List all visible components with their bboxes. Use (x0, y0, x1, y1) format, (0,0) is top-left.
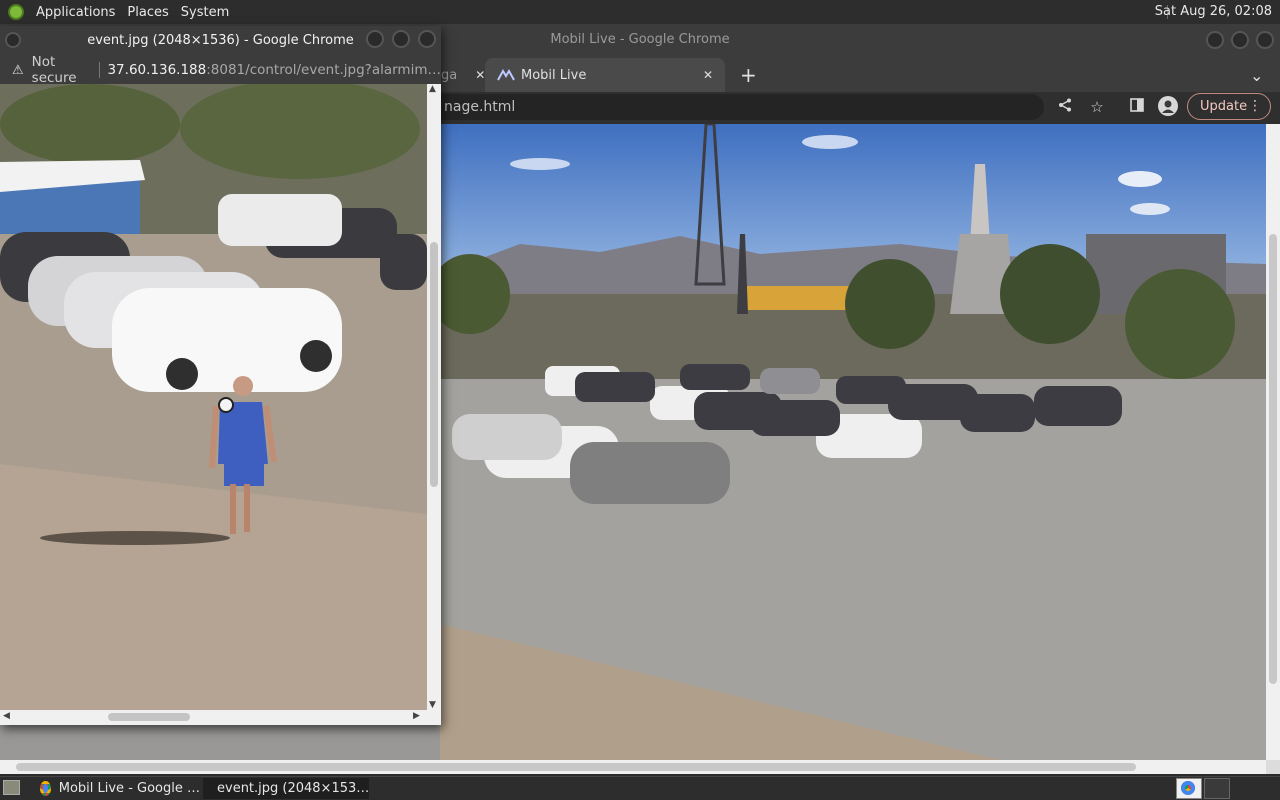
panel-clock[interactable]: Sat Aug 26, 02:08 (1155, 0, 1272, 24)
update-button-label: Update (1200, 99, 1248, 114)
bookmark-star-icon[interactable]: ☆ (1086, 96, 1108, 118)
popup-vertical-scrollbar[interactable]: ▲ ▼ (427, 84, 441, 710)
tab-mobil-live-label: Mobil Live (521, 67, 587, 83)
taskbar-item-event-jpg[interactable]: event.jpg (2048×153… (203, 778, 369, 799)
tab-partial[interactable]: ga ✕ (441, 58, 485, 92)
minimize-button[interactable] (1206, 31, 1224, 49)
side-panel-icon[interactable] (1126, 96, 1148, 118)
warning-icon[interactable]: ⚠ (12, 63, 24, 78)
update-button[interactable]: Update ⋮ (1187, 93, 1271, 120)
chrome-icon (40, 781, 51, 796)
taskbar-item-label: event.jpg (2048×153… (217, 781, 370, 796)
close-window-button[interactable] (1256, 31, 1274, 49)
system-menu[interactable]: System (175, 0, 235, 24)
workspace-switcher-2[interactable] (1204, 778, 1230, 799)
security-label[interactable]: Not secure (32, 54, 91, 86)
tab-mobil-live[interactable]: Mobil Live ✕ (485, 58, 725, 92)
popup-hscroll-thumb[interactable] (108, 713, 190, 721)
applications-menu[interactable]: Applications (30, 0, 121, 24)
popup-maximize-button[interactable] (392, 30, 410, 48)
popup-horizontal-scrollbar[interactable]: ◀ ▶ (0, 710, 441, 725)
close-icon[interactable]: ✕ (703, 68, 713, 82)
main-horizontal-scrollbar[interactable] (0, 760, 1266, 774)
scroll-corner (1266, 760, 1280, 774)
chrome-icon (1181, 781, 1195, 795)
new-tab-button[interactable]: + (740, 58, 757, 92)
scroll-down-arrow-icon[interactable]: ▼ (429, 700, 436, 710)
popup-minimize-button[interactable] (366, 30, 384, 48)
url-host: 37.60.136.188 (107, 62, 207, 78)
taskbar-item-label: Mobil Live - Google … (58, 781, 200, 796)
main-vscroll-thumb[interactable] (1269, 234, 1277, 684)
main-address-bar[interactable]: nage.html (432, 94, 1044, 120)
tab-partial-label: ga (441, 67, 458, 83)
show-desktop-icon[interactable] (3, 780, 20, 795)
zoom-in-cursor-icon (218, 397, 234, 413)
url-rest: :8081/control/event.jpg?alarmim… (206, 62, 441, 78)
maximize-button[interactable] (1231, 31, 1249, 49)
popup-vscroll-thumb[interactable] (430, 242, 438, 487)
top-panel: Applications Places System Sat Aug 26, 0… (0, 0, 1280, 24)
gnome-logo-icon[interactable] (8, 4, 24, 20)
profile-avatar-icon[interactable] (1157, 96, 1179, 118)
close-icon[interactable]: ✕ (475, 68, 485, 82)
mobil-logo-icon (497, 69, 515, 81)
share-icon[interactable] (1054, 96, 1076, 118)
main-hscroll-thumb[interactable] (16, 763, 1136, 771)
address-divider (98, 62, 100, 78)
scroll-right-arrow-icon[interactable]: ▶ (413, 711, 420, 721)
more-menu-icon[interactable]: ⋮ (1248, 94, 1262, 119)
main-vertical-scrollbar[interactable] (1266, 124, 1280, 760)
places-menu[interactable]: Places (121, 0, 174, 24)
event-image[interactable] (0, 84, 427, 710)
scroll-up-arrow-icon[interactable]: ▲ (429, 84, 436, 94)
popup-address-bar[interactable]: ⚠ Not secure 37.60.136.188 :8081/control… (0, 54, 441, 86)
tab-search-button[interactable]: ⌄ (1250, 58, 1263, 92)
scroll-left-arrow-icon[interactable]: ◀ (3, 711, 10, 721)
taskbar-item-mobil-live[interactable]: Mobil Live - Google … (34, 778, 200, 799)
popup-close-button[interactable] (418, 30, 436, 48)
